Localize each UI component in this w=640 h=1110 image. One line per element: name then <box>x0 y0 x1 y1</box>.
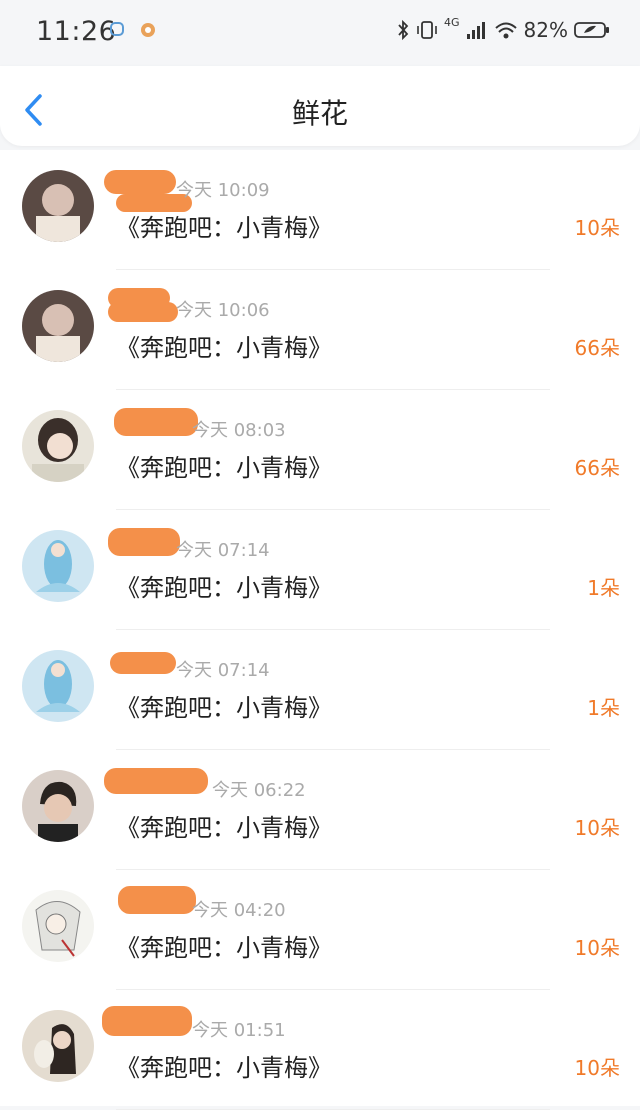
flower-count: 10朵 <box>574 816 620 840</box>
list-item[interactable]: 今天 10:06 《奔跑吧：小青梅》 66朵 <box>0 270 640 390</box>
notification-app-icon <box>141 23 155 37</box>
list-item[interactable]: 今天 07:14 《奔跑吧：小青梅》 1朵 <box>0 510 640 630</box>
flower-count: 10朵 <box>574 936 620 960</box>
flower-count: 10朵 <box>574 1056 620 1080</box>
avatar[interactable] <box>22 650 94 722</box>
avatar[interactable] <box>22 530 94 602</box>
item-time: 今天 08:03 <box>192 420 286 441</box>
username-redacted <box>104 170 176 194</box>
item-time: 今天 01:51 <box>192 1020 286 1041</box>
status-bar: 11:26 4G 82% <box>0 0 640 66</box>
list-item[interactable]: 今天 10:09 《奔跑吧：小青梅》 10朵 <box>0 150 640 270</box>
username-redacted <box>104 768 208 794</box>
battery-percent: 82% <box>523 18 568 42</box>
page-title: 鲜花 <box>291 97 348 130</box>
item-title: 《奔跑吧：小青梅》 <box>116 574 332 602</box>
username-redacted <box>110 652 176 674</box>
nav-header: 鲜花 <box>0 66 640 146</box>
avatar[interactable] <box>22 770 94 842</box>
status-time: 11:26 <box>36 16 117 47</box>
flower-count: 1朵 <box>587 576 620 600</box>
calendar-icon <box>110 22 124 36</box>
flower-count: 66朵 <box>574 336 620 360</box>
status-icons: 4G 82% <box>396 15 610 42</box>
item-title: 《奔跑吧：小青梅》 <box>116 214 332 242</box>
item-title: 《奔跑吧：小青梅》 <box>116 814 332 842</box>
flower-count: 66朵 <box>574 456 620 480</box>
item-title: 《奔跑吧：小青梅》 <box>116 454 332 482</box>
avatar[interactable] <box>22 290 94 362</box>
list-item[interactable]: 今天 01:51 《奔跑吧：小青梅》 10朵 <box>0 990 640 1110</box>
flower-list: 今天 10:09 《奔跑吧：小青梅》 10朵 今天 10:06 《奔跑吧：小青梅… <box>0 150 640 1110</box>
item-time: 今天 10:09 <box>176 180 270 201</box>
battery-icon <box>574 22 609 38</box>
username-redacted <box>108 528 180 556</box>
item-title: 《奔跑吧：小青梅》 <box>116 1054 332 1082</box>
username-redacted <box>108 302 178 322</box>
avatar[interactable] <box>22 890 94 962</box>
item-time: 今天 07:14 <box>176 540 270 561</box>
list-item[interactable]: 今天 07:14 《奔跑吧：小青梅》 1朵 <box>0 630 640 750</box>
signal-icon <box>466 22 485 39</box>
wifi-icon <box>494 22 517 39</box>
item-title: 《奔跑吧：小青梅》 <box>116 694 332 722</box>
item-title: 《奔跑吧：小青梅》 <box>116 934 332 962</box>
list-item[interactable]: 今天 04:20 《奔跑吧：小青梅》 10朵 <box>0 870 640 990</box>
list-item[interactable]: 今天 06:22 《奔跑吧：小青梅》 10朵 <box>0 750 640 870</box>
flower-count: 10朵 <box>574 216 620 240</box>
avatar[interactable] <box>22 170 94 242</box>
item-time: 今天 04:20 <box>192 900 286 921</box>
vibrate-icon <box>417 21 437 39</box>
item-time: 今天 06:22 <box>212 780 306 801</box>
avatar[interactable] <box>22 410 94 482</box>
bluetooth-icon <box>398 19 409 41</box>
flower-count: 1朵 <box>587 696 620 720</box>
username-redacted <box>114 408 198 436</box>
network-type: 4G <box>444 15 460 29</box>
item-time: 今天 10:06 <box>176 300 270 321</box>
list-item[interactable]: 今天 08:03 《奔跑吧：小青梅》 66朵 <box>0 390 640 510</box>
item-time: 今天 07:14 <box>176 660 270 681</box>
username-redacted <box>102 1006 192 1036</box>
username-redacted <box>118 886 196 914</box>
avatar[interactable] <box>22 1010 94 1082</box>
item-title: 《奔跑吧：小青梅》 <box>116 334 332 362</box>
